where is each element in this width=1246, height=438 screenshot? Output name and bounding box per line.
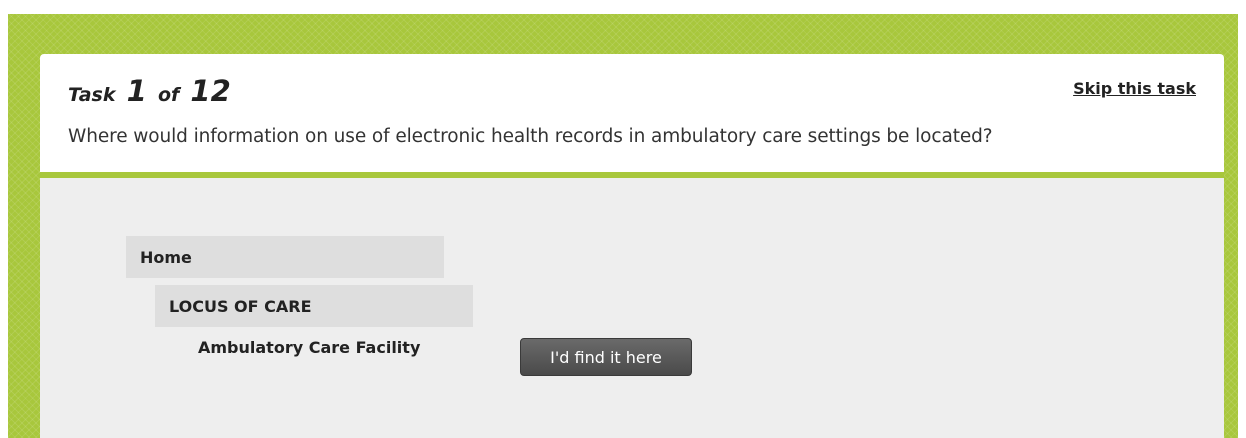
tree-node-locus-of-care[interactable]: LOCUS OF CARE xyxy=(155,285,473,327)
tree-node-ambulatory-care-facility[interactable]: Ambulatory Care Facility xyxy=(198,338,420,357)
task-current-number: 1 xyxy=(126,74,147,108)
tree-node-home[interactable]: Home xyxy=(126,236,444,278)
task-of-word: of xyxy=(157,84,180,106)
skip-task-link[interactable]: Skip this task xyxy=(1073,79,1196,98)
task-word: Task xyxy=(68,84,116,106)
id-find-it-here-button[interactable]: I'd find it here xyxy=(520,338,692,376)
tree-node-locus-of-care-label: LOCUS OF CARE xyxy=(169,296,312,316)
task-heading: Task 1 of 12 xyxy=(68,74,231,106)
tree-area: Home LOCUS OF CARE Ambulatory Care Facil… xyxy=(40,178,1224,438)
task-question: Where would information on use of electr… xyxy=(68,126,993,147)
task-total-number: 12 xyxy=(190,74,231,108)
task-panel: Task 1 of 12 Skip this task Where would … xyxy=(40,54,1224,172)
tree-node-home-label: Home xyxy=(140,247,192,267)
